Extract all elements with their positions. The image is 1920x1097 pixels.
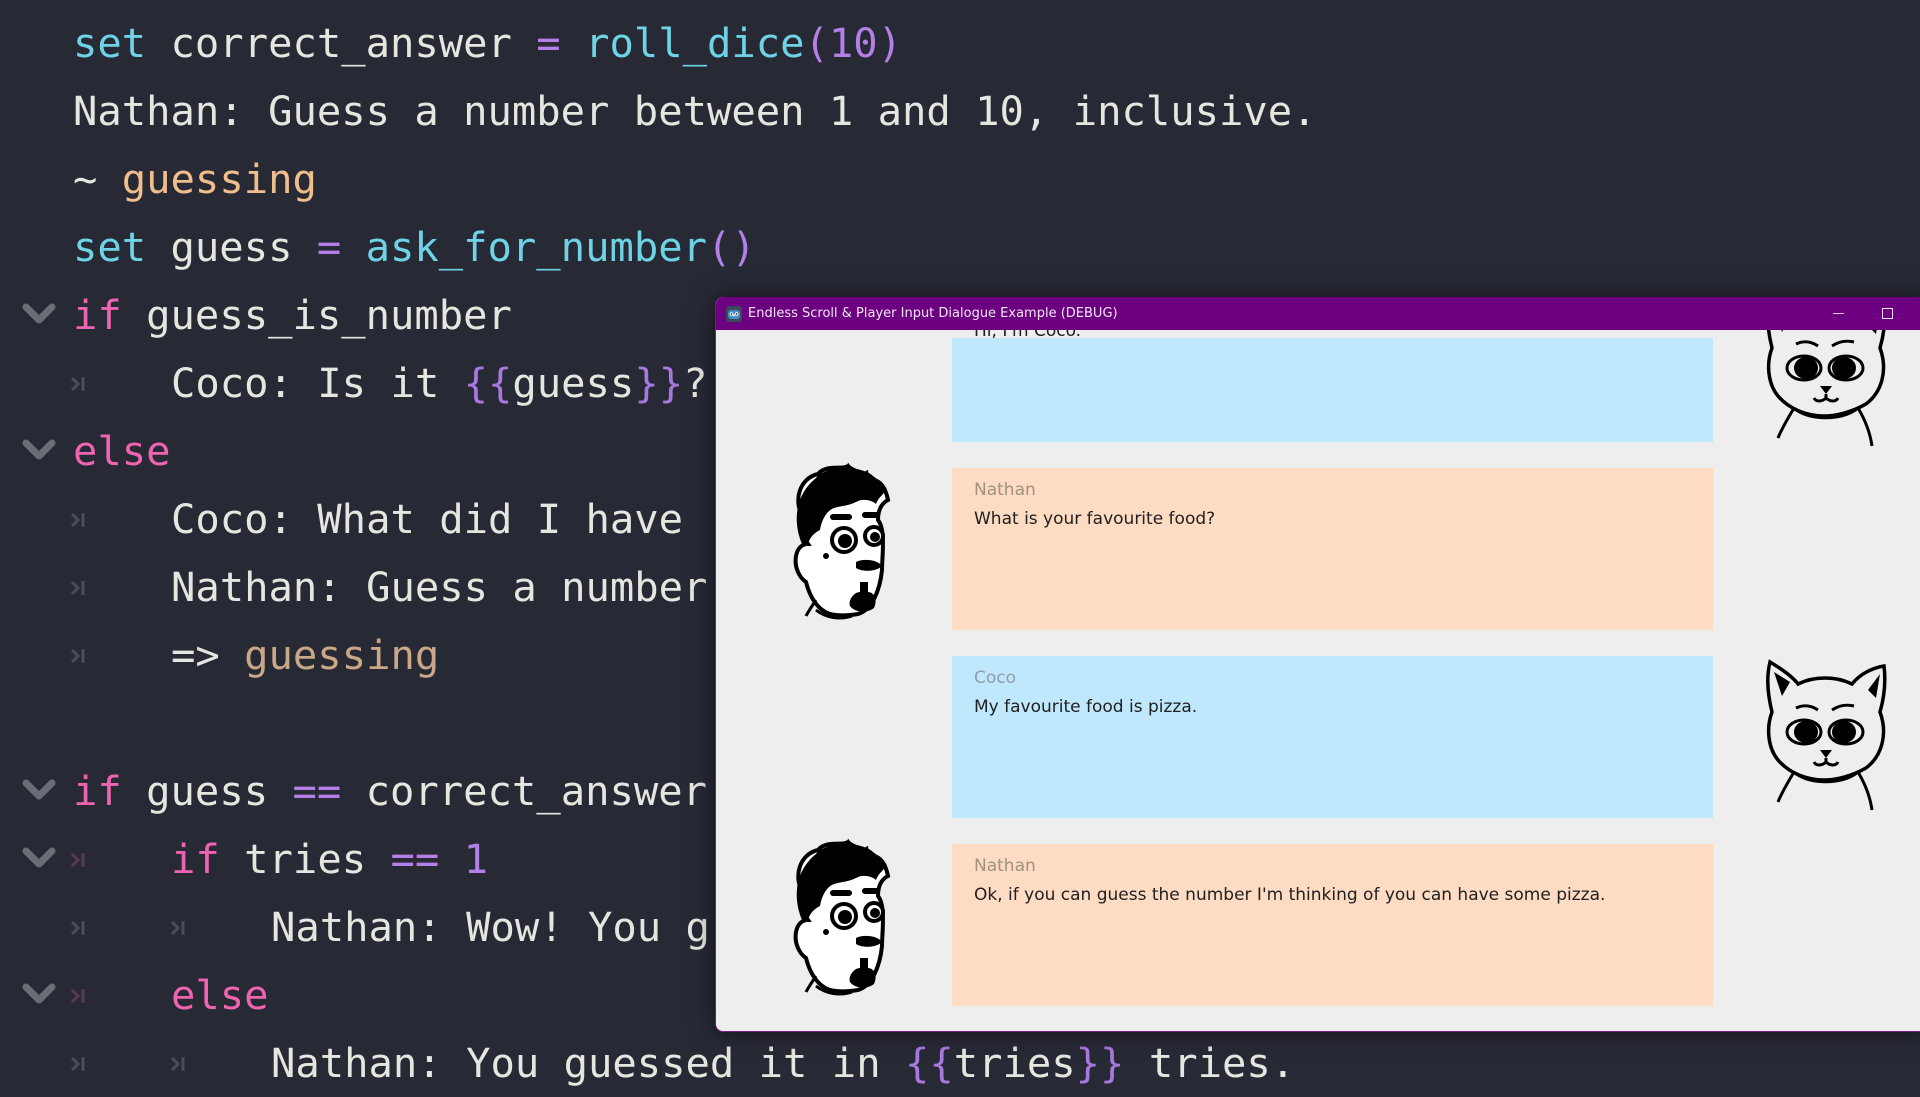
godot-engine-icon — [726, 306, 742, 322]
speech-bubble: CocoHi, I'm Coco. — [952, 330, 1713, 442]
speech-bubble: Nathan Ok, if you can guess the number I'… — [952, 844, 1713, 1006]
code-token: set — [73, 19, 147, 67]
code-token: roll_dice — [585, 19, 805, 67]
speech-bubble: Nathan What is your favourite food? — [952, 468, 1713, 630]
code-line[interactable]: Nathan: You guessed it in {{tries}} trie… — [0, 1029, 1920, 1097]
code-token: tries — [219, 835, 391, 883]
speaker-name: Nathan — [974, 480, 1036, 500]
code-text: set correct_answer = roll_dice(10) — [73, 9, 902, 77]
code-token: => — [171, 631, 245, 679]
code-token: Nathan: Guess a number between 1 and 10,… — [73, 87, 1317, 135]
code-text: else — [171, 961, 269, 1029]
code-text: if guess == correct_answer — [73, 757, 707, 825]
minimize-button[interactable] — [1816, 297, 1862, 330]
indent-guide-icon — [170, 893, 194, 961]
code-token: ? — [683, 359, 708, 407]
code-text: set guess = ask_for_number() — [73, 213, 756, 281]
code-token: guessing — [121, 155, 317, 203]
code-token: if — [73, 767, 122, 815]
code-token: Nathan: Guess a number — [171, 563, 708, 611]
indent-guide-icon — [70, 893, 94, 961]
code-token: == — [390, 835, 440, 883]
dialogue-message: Nathan Ok, if you can guess the number I'… — [716, 844, 1920, 1006]
speech-bubble: Coco My favourite food is pizza. — [952, 656, 1713, 818]
cat-avatar — [1756, 656, 1896, 812]
code-text: Nathan: You guessed it in {{tries}} trie… — [271, 1029, 1295, 1097]
code-token: () — [707, 223, 756, 271]
nathan-avatar — [782, 460, 897, 622]
maximize-button[interactable] — [1864, 297, 1910, 330]
code-text: Nathan: Wow! You g — [271, 893, 710, 961]
fold-chevron-icon[interactable] — [22, 281, 58, 349]
code-text: Nathan: Guess a number — [171, 553, 707, 621]
fold-chevron-icon[interactable] — [22, 757, 58, 825]
code-token: guess — [146, 223, 317, 271]
code-text: ~ guessing — [73, 145, 317, 213]
window-title: Endless Scroll & Player Input Dialogue E… — [748, 306, 1118, 321]
speaker-name: Coco — [974, 668, 1017, 688]
indent-guide-icon — [70, 621, 94, 689]
code-token: = — [536, 19, 561, 67]
code-token: guess — [512, 359, 635, 407]
code-token: {{ — [463, 359, 513, 407]
indent-guide-icon — [70, 1029, 94, 1097]
code-token: guess — [121, 767, 293, 815]
code-token: ~ — [73, 155, 122, 203]
code-text: Coco: What did I have — [171, 485, 707, 553]
game-window[interactable]: Endless Scroll & Player Input Dialogue E… — [715, 297, 1920, 1032]
code-token: }} — [634, 359, 684, 407]
code-token: correct_answer — [341, 767, 707, 815]
indent-guide-icon — [70, 553, 94, 621]
cat-avatar — [1756, 330, 1896, 448]
message-text: What is your favourite food? — [974, 509, 1216, 529]
code-token: guess_is_number — [121, 291, 512, 339]
code-line[interactable]: Nathan: Guess a number between 1 and 10,… — [0, 77, 1920, 145]
code-text: => guessing — [171, 621, 439, 689]
indent-guide-icon — [70, 349, 94, 417]
indent-guide-icon — [170, 1029, 194, 1097]
dialogue-message: CocoHi, I'm Coco. — [716, 330, 1920, 448]
fold-chevron-icon[interactable] — [22, 417, 58, 485]
code-token: ask_for_number — [365, 223, 707, 271]
code-token: else — [73, 427, 171, 475]
code-token: if — [73, 291, 122, 339]
dialogue-scroll-area[interactable]: CocoHi, I'm Coco.NathanWhat is your favo… — [716, 330, 1920, 1031]
code-token: if — [171, 835, 220, 883]
nathan-avatar — [782, 836, 897, 998]
code-token: set — [73, 223, 147, 271]
code-token: = — [316, 223, 342, 271]
message-text: Ok, if you can guess the number I'm thin… — [974, 885, 1606, 905]
code-token: guessing — [244, 631, 440, 679]
code-text: Coco: Is it {{guess}}? — [171, 349, 707, 417]
code-text: Nathan: Guess a number between 1 and 10,… — [73, 77, 1317, 145]
code-token: Coco: What did I have — [171, 495, 708, 543]
message-text: Hi, I'm Coco. — [974, 330, 1082, 341]
code-token: else — [171, 971, 269, 1019]
code-token: Coco: Is it — [171, 359, 464, 407]
code-text: if guess_is_number — [73, 281, 512, 349]
code-line[interactable]: ~ guessing — [0, 145, 1920, 213]
code-token: (10) — [804, 19, 903, 67]
code-token: Nathan: Wow! You g — [271, 903, 710, 951]
indent-guide-icon — [70, 961, 94, 1029]
code-token: 1 — [463, 835, 489, 883]
indent-guide-icon — [70, 485, 94, 553]
dialogue-message: Coco My favourite food is pizza. — [716, 656, 1920, 818]
code-line[interactable]: set correct_answer = roll_dice(10) — [0, 9, 1920, 77]
code-token: correct_answer — [146, 19, 537, 67]
speaker-name: Nathan — [974, 856, 1036, 876]
window-titlebar[interactable]: Endless Scroll & Player Input Dialogue E… — [716, 297, 1920, 330]
code-token: == — [292, 767, 342, 815]
indent-guide-icon — [70, 825, 94, 893]
fold-chevron-icon[interactable] — [22, 825, 58, 893]
code-text: if tries == 1 — [171, 825, 488, 893]
message-text: My favourite food is pizza. — [974, 697, 1198, 717]
dialogue-message: Nathan What is your favourite food? — [716, 468, 1920, 630]
code-text: else — [73, 417, 171, 485]
fold-chevron-icon[interactable] — [22, 961, 58, 1029]
code-line[interactable]: set guess = ask_for_number() — [0, 213, 1920, 281]
